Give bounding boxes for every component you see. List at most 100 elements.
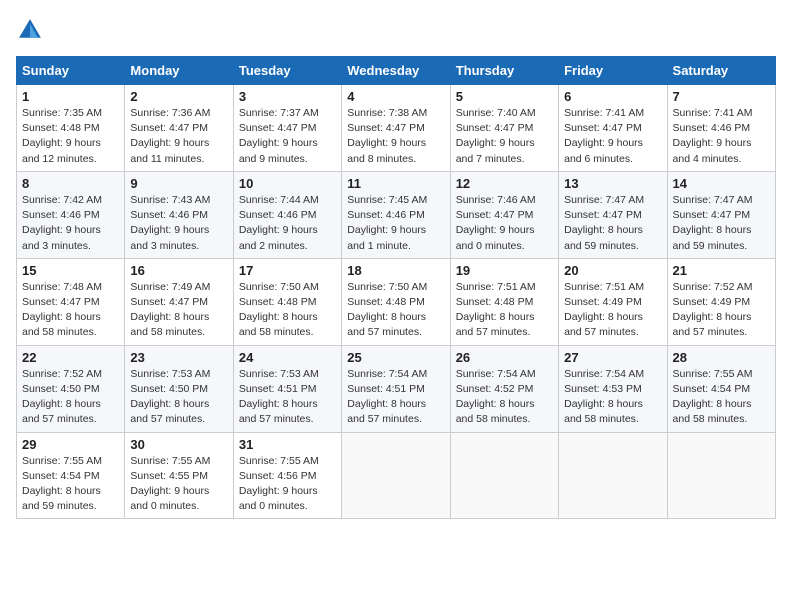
dow-tuesday: Tuesday [233,57,341,85]
day-info: Sunrise: 7:55 AM Sunset: 4:56 PM Dayligh… [239,454,336,515]
day-info: Sunrise: 7:44 AM Sunset: 4:46 PM Dayligh… [239,193,336,254]
calendar-cell [450,432,558,519]
day-info: Sunrise: 7:49 AM Sunset: 4:47 PM Dayligh… [130,280,227,341]
calendar-cell [559,432,667,519]
calendar-cell: 5 Sunrise: 7:40 AM Sunset: 4:47 PM Daylig… [450,85,558,172]
calendar-cell: 24 Sunrise: 7:53 AM Sunset: 4:51 PM Dayli… [233,345,341,432]
day-number: 17 [239,263,336,278]
day-number: 16 [130,263,227,278]
calendar-cell: 15 Sunrise: 7:48 AM Sunset: 4:47 PM Dayli… [17,258,125,345]
calendar-cell: 30 Sunrise: 7:55 AM Sunset: 4:55 PM Dayli… [125,432,233,519]
day-number: 13 [564,176,661,191]
day-number: 8 [22,176,119,191]
day-number: 30 [130,437,227,452]
logo-icon [16,16,44,44]
calendar-cell: 28 Sunrise: 7:55 AM Sunset: 4:54 PM Dayli… [667,345,775,432]
day-info: Sunrise: 7:46 AM Sunset: 4:47 PM Dayligh… [456,193,553,254]
day-number: 31 [239,437,336,452]
calendar-cell: 23Sunrise: 7:53 AM Sunset: 4:50 PM Dayli… [125,345,233,432]
day-info: Sunrise: 7:55 AM Sunset: 4:54 PM Dayligh… [673,367,770,428]
calendar-cell: 21 Sunrise: 7:52 AM Sunset: 4:49 PM Dayli… [667,258,775,345]
dow-thursday: Thursday [450,57,558,85]
day-info: Sunrise: 7:52 AM Sunset: 4:49 PM Dayligh… [673,280,770,341]
calendar-cell: 17 Sunrise: 7:50 AM Sunset: 4:48 PM Dayli… [233,258,341,345]
day-info: Sunrise: 7:51 AM Sunset: 4:48 PM Dayligh… [456,280,553,341]
day-number: 22 [22,350,119,365]
calendar-cell: 3 Sunrise: 7:37 AM Sunset: 4:47 PM Daylig… [233,85,341,172]
day-info: Sunrise: 7:45 AM Sunset: 4:46 PM Dayligh… [347,193,444,254]
dow-saturday: Saturday [667,57,775,85]
day-number: 14 [673,176,770,191]
day-number: 21 [673,263,770,278]
day-number: 18 [347,263,444,278]
day-info: Sunrise: 7:53 AM Sunset: 4:51 PM Dayligh… [239,367,336,428]
day-info: Sunrise: 7:55 AM Sunset: 4:55 PM Dayligh… [130,454,227,515]
calendar-cell: 10 Sunrise: 7:44 AM Sunset: 4:46 PM Dayli… [233,171,341,258]
dow-sunday: Sunday [17,57,125,85]
day-info: Sunrise: 7:43 AM Sunset: 4:46 PM Dayligh… [130,193,227,254]
calendar-cell: 27Sunrise: 7:54 AM Sunset: 4:53 PM Dayli… [559,345,667,432]
calendar-cell: 31 Sunrise: 7:55 AM Sunset: 4:56 PM Dayli… [233,432,341,519]
day-info: Sunrise: 7:50 AM Sunset: 4:48 PM Dayligh… [347,280,444,341]
day-info: Sunrise: 7:47 AM Sunset: 4:47 PM Dayligh… [564,193,661,254]
calendar-cell: 16 Sunrise: 7:49 AM Sunset: 4:47 PM Dayli… [125,258,233,345]
calendar-cell: 19Sunrise: 7:51 AM Sunset: 4:48 PM Dayli… [450,258,558,345]
day-number: 11 [347,176,444,191]
day-number: 4 [347,89,444,104]
dow-wednesday: Wednesday [342,57,450,85]
calendar-cell: 9 Sunrise: 7:43 AM Sunset: 4:46 PM Daylig… [125,171,233,258]
dow-monday: Monday [125,57,233,85]
day-info: Sunrise: 7:54 AM Sunset: 4:51 PM Dayligh… [347,367,444,428]
day-info: Sunrise: 7:52 AM Sunset: 4:50 PM Dayligh… [22,367,119,428]
calendar-cell: 6 Sunrise: 7:41 AM Sunset: 4:47 PM Daylig… [559,85,667,172]
day-info: Sunrise: 7:38 AM Sunset: 4:47 PM Dayligh… [347,106,444,167]
day-number: 5 [456,89,553,104]
logo [16,16,48,44]
day-number: 12 [456,176,553,191]
day-number: 6 [564,89,661,104]
calendar-cell: 26 Sunrise: 7:54 AM Sunset: 4:52 PM Dayli… [450,345,558,432]
day-number: 7 [673,89,770,104]
day-info: Sunrise: 7:54 AM Sunset: 4:52 PM Dayligh… [456,367,553,428]
week-row-3: 15 Sunrise: 7:48 AM Sunset: 4:47 PM Dayli… [17,258,776,345]
day-info: Sunrise: 7:50 AM Sunset: 4:48 PM Dayligh… [239,280,336,341]
calendar-cell: 20Sunrise: 7:51 AM Sunset: 4:49 PM Dayli… [559,258,667,345]
calendar-cell: 14 Sunrise: 7:47 AM Sunset: 4:47 PM Dayli… [667,171,775,258]
calendar-cell: 4 Sunrise: 7:38 AM Sunset: 4:47 PM Daylig… [342,85,450,172]
day-number: 15 [22,263,119,278]
calendar-cell [342,432,450,519]
day-number: 10 [239,176,336,191]
week-row-4: 22 Sunrise: 7:52 AM Sunset: 4:50 PM Dayli… [17,345,776,432]
dow-friday: Friday [559,57,667,85]
calendar-cell: 11 Sunrise: 7:45 AM Sunset: 4:46 PM Dayli… [342,171,450,258]
day-info: Sunrise: 7:41 AM Sunset: 4:47 PM Dayligh… [564,106,661,167]
day-info: Sunrise: 7:41 AM Sunset: 4:46 PM Dayligh… [673,106,770,167]
day-number: 20 [564,263,661,278]
day-number: 28 [673,350,770,365]
week-row-1: 1Sunrise: 7:35 AM Sunset: 4:48 PM Daylig… [17,85,776,172]
day-number: 25 [347,350,444,365]
day-number: 1 [22,89,119,104]
day-info: Sunrise: 7:47 AM Sunset: 4:47 PM Dayligh… [673,193,770,254]
day-number: 2 [130,89,227,104]
day-number: 26 [456,350,553,365]
day-info: Sunrise: 7:40 AM Sunset: 4:47 PM Dayligh… [456,106,553,167]
page-header [16,16,776,44]
calendar-cell: 25 Sunrise: 7:54 AM Sunset: 4:51 PM Dayli… [342,345,450,432]
day-info: Sunrise: 7:36 AM Sunset: 4:47 PM Dayligh… [130,106,227,167]
calendar-cell [667,432,775,519]
calendar-cell: 2 Sunrise: 7:36 AM Sunset: 4:47 PM Daylig… [125,85,233,172]
calendar-cell: 8Sunrise: 7:42 AM Sunset: 4:46 PM Daylig… [17,171,125,258]
day-number: 24 [239,350,336,365]
day-info: Sunrise: 7:37 AM Sunset: 4:47 PM Dayligh… [239,106,336,167]
day-info: Sunrise: 7:53 AM Sunset: 4:50 PM Dayligh… [130,367,227,428]
day-info: Sunrise: 7:55 AM Sunset: 4:54 PM Dayligh… [22,454,119,515]
calendar-body: 1Sunrise: 7:35 AM Sunset: 4:48 PM Daylig… [17,85,776,519]
calendar-cell: 29 Sunrise: 7:55 AM Sunset: 4:54 PM Dayli… [17,432,125,519]
day-number: 29 [22,437,119,452]
day-info: Sunrise: 7:48 AM Sunset: 4:47 PM Dayligh… [22,280,119,341]
calendar-cell: 22 Sunrise: 7:52 AM Sunset: 4:50 PM Dayli… [17,345,125,432]
day-number: 9 [130,176,227,191]
day-number: 3 [239,89,336,104]
calendar-cell: 1Sunrise: 7:35 AM Sunset: 4:48 PM Daylig… [17,85,125,172]
